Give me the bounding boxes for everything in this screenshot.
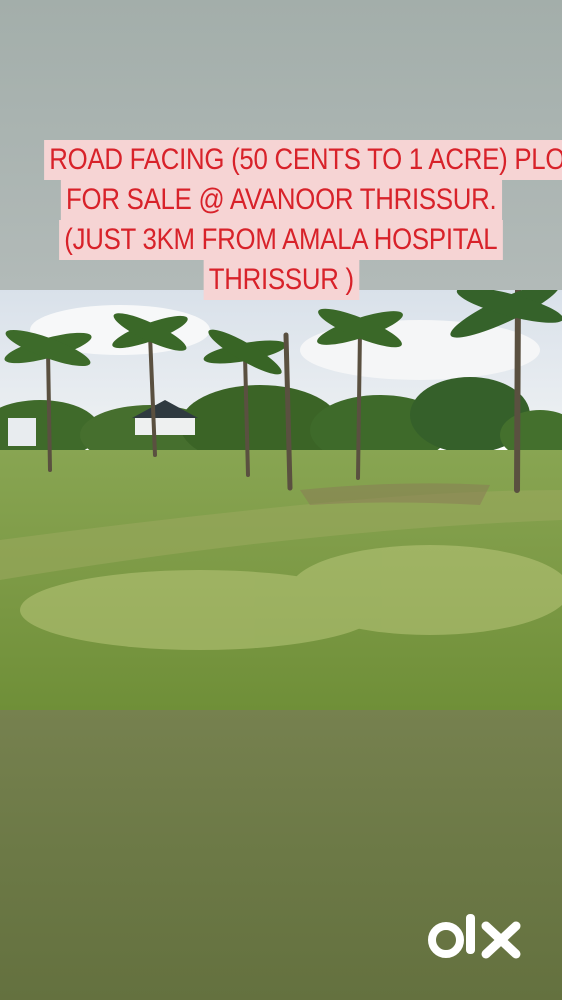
caption-line-1: ROAD FACING (50 CENTS TO 1 ACRE) PLOT: [44, 140, 562, 180]
caption-line-3: (JUST 3KM FROM AMALA HOSPITAL: [59, 220, 503, 260]
land-plot-photo: [0, 290, 562, 710]
listing-caption: ROAD FACING (50 CENTS TO 1 ACRE) PLOT FO…: [0, 140, 562, 300]
house-left: [8, 418, 36, 446]
caption-line-2: FOR SALE @ AVANOOR THRISSUR.: [60, 180, 502, 220]
house-center: [135, 418, 195, 435]
caption-line-4: THRISSUR ): [203, 260, 359, 300]
olx-logo-icon: [428, 914, 521, 959]
